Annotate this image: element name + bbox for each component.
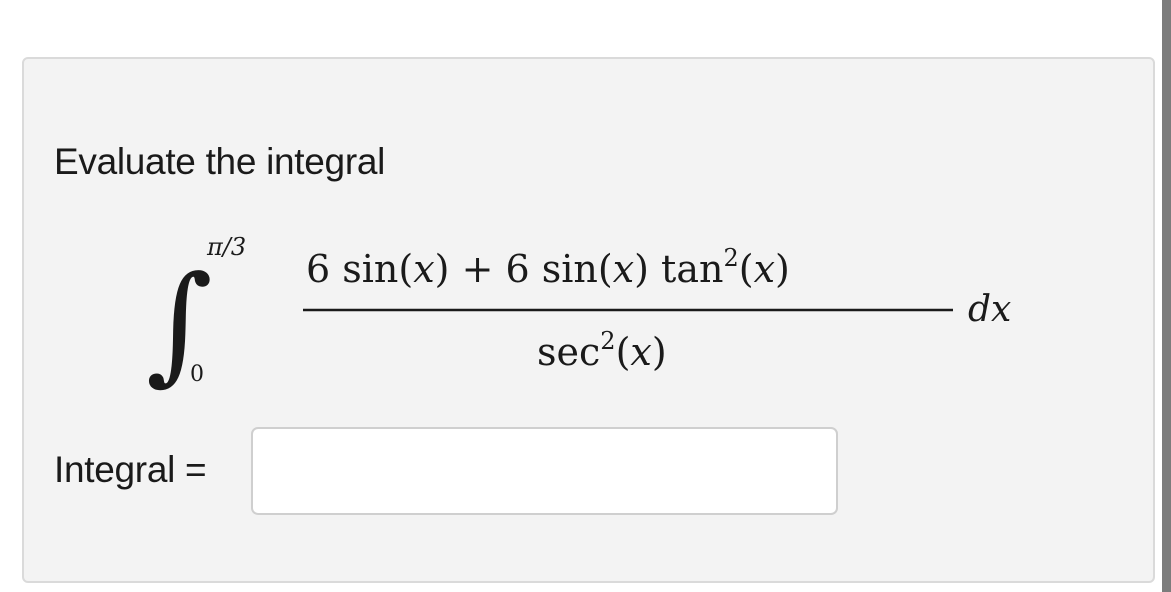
upper-limit: π/3 [206,233,246,261]
question-card: Evaluate the integral ∫ π/3 0 6 sin(x) +… [22,57,1155,583]
answer-label: Integral = [54,449,207,490]
differential-dx: dx [968,289,1011,330]
integral-answer-input[interactable] [251,427,838,515]
lower-limit: 0 [190,362,204,387]
window-edge-bar [1162,0,1171,592]
integrand-denominator: sec2(x) [537,327,667,374]
integrand-numerator: 6 sin(x) + 6 sin(x) tan2(x) [306,244,790,291]
